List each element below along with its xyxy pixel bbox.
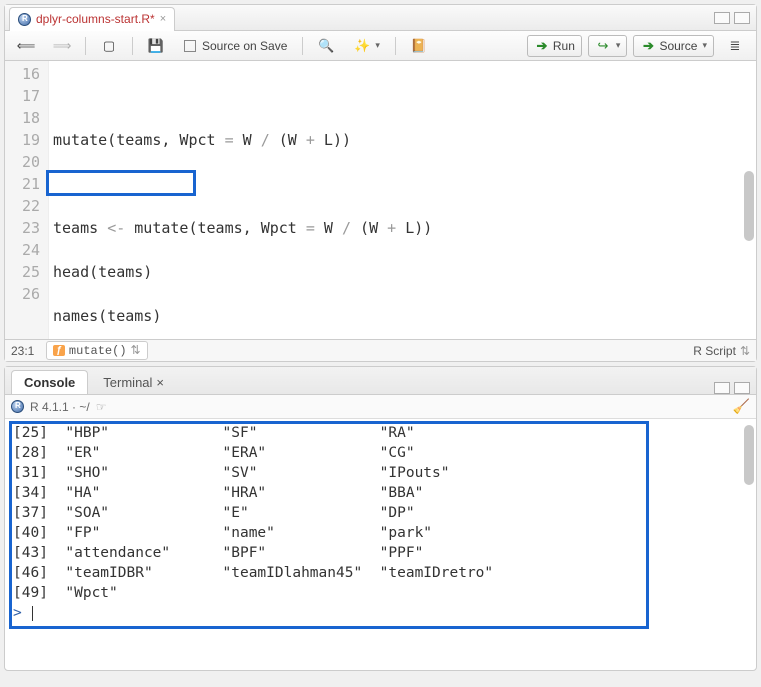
code-line: head(teams) (53, 261, 752, 283)
line-number: 21 (9, 173, 40, 195)
line-number: 17 (9, 85, 40, 107)
line-number: 25 (9, 261, 40, 283)
line-number: 26 (9, 283, 40, 305)
console-row: [49] "Wpct" (13, 583, 748, 603)
maximize-pane-icon[interactable] (734, 382, 750, 394)
tab-terminal[interactable]: Terminal × (90, 370, 177, 394)
console-row: [43] "attendance" "BPF" "PPF" (13, 543, 748, 563)
console-tabstrip: Console Terminal × (5, 367, 756, 395)
code-editor[interactable]: 16 17 18 19 20 21 22 23 24 25 26 mutate(… (5, 61, 756, 339)
checkbox-icon (184, 40, 196, 52)
code-line (53, 85, 752, 107)
code-line: names(teams) (53, 305, 752, 327)
find-button[interactable]: 🔍 (311, 35, 341, 57)
forward-button[interactable]: ⟹ (47, 35, 77, 57)
separator (85, 37, 86, 55)
tab-terminal-label: Terminal (103, 375, 152, 390)
function-navigator[interactable]: ƒ mutate() ⇅ (46, 341, 147, 360)
console-output[interactable]: [25] "HBP" "SF" "RA"[28] "ER" "ERA" "CG"… (5, 419, 756, 670)
cursor-position: 23:1 (11, 344, 34, 358)
source-on-save-label: Source on Save (202, 39, 287, 53)
prompt-symbol: > (13, 605, 22, 621)
run-button[interactable]: ➔ Run (527, 35, 582, 57)
r-file-icon (18, 13, 31, 26)
maximize-pane-icon[interactable] (734, 12, 750, 24)
code-line (53, 173, 752, 195)
line-number: 22 (9, 195, 40, 217)
source-toolbar: ⟸ ⟹ ▢ 💾 Source on Save 🔍 ✨▾ 📔 ➔ Run ↪▾ ➔… (5, 31, 756, 61)
source-file-tab[interactable]: dplyr-columns-start.R* × (9, 7, 175, 31)
code-tools-button[interactable]: ✨▾ (347, 35, 387, 57)
scrollbar-thumb[interactable] (744, 425, 754, 485)
tab-console-label: Console (24, 375, 75, 390)
run-label: Run (553, 39, 575, 53)
back-button[interactable]: ⟸ (11, 35, 41, 57)
source-tabstrip: dplyr-columns-start.R* × (5, 5, 756, 31)
console-row: [37] "SOA" "E" "DP" (13, 503, 748, 523)
separator (302, 37, 303, 55)
minimize-pane-icon[interactable] (714, 382, 730, 394)
source-on-save-toggle[interactable]: Source on Save (177, 36, 294, 56)
code-area[interactable]: mutate(teams, Wpct = W / (W + L)) teams … (49, 61, 756, 339)
separator (132, 37, 133, 55)
console-subbar: R 4.1.1 · ~/ ☞ 🧹 (5, 395, 756, 419)
r-logo-icon (11, 400, 24, 413)
function-badge-icon: ƒ (53, 345, 65, 356)
save-button[interactable]: 💾 (141, 35, 171, 57)
separator (395, 37, 396, 55)
rerun-button[interactable]: ↪▾ (588, 35, 628, 57)
pane-window-controls (714, 12, 756, 24)
line-number: 24 (9, 239, 40, 261)
language-mode[interactable]: R Script (693, 344, 736, 358)
line-gutter: 16 17 18 19 20 21 22 23 24 25 26 (5, 61, 49, 339)
source-statusbar: 23:1 ƒ mutate() ⇅ R Script ⇅ (5, 339, 756, 361)
pane-window-controls (714, 382, 756, 394)
code-line: mutate(teams, Wpct = W / (W + L)) (53, 129, 752, 151)
console-prompt-line[interactable]: > (13, 603, 748, 623)
compile-report-button[interactable]: 📔 (404, 35, 434, 57)
scrollbar-thumb[interactable] (744, 171, 754, 241)
console-row: [40] "FP" "name" "park" (13, 523, 748, 543)
current-function: mutate() (69, 344, 127, 358)
console-row: [28] "ER" "ERA" "CG" (13, 443, 748, 463)
console-row: [46] "teamIDBR" "teamIDlahman45" "teamID… (13, 563, 748, 583)
outline-button[interactable]: ≣ (720, 35, 750, 57)
close-icon[interactable]: × (160, 13, 166, 25)
minimize-pane-icon[interactable] (714, 12, 730, 24)
clear-console-icon[interactable]: 🧹 (733, 398, 750, 415)
tab-console[interactable]: Console (11, 370, 88, 394)
line-number: 20 (9, 151, 40, 173)
tab-filename: dplyr-columns-start.R* (36, 12, 155, 26)
console-row: [25] "HBP" "SF" "RA" (13, 423, 748, 443)
line-number: 18 (9, 107, 40, 129)
code-line: teams <- mutate(teams, Wpct = W / (W + L… (53, 217, 752, 239)
r-session-label: R 4.1.1 · ~/ (30, 400, 90, 414)
console-pane: Console Terminal × R 4.1.1 · ~/ ☞ 🧹 [25]… (4, 366, 757, 671)
source-pane: dplyr-columns-start.R* × ⟸ ⟹ ▢ 💾 Source … (4, 4, 757, 362)
source-btn-label: Source (659, 39, 697, 53)
console-row: [31] "SHO" "SV" "IPouts" (13, 463, 748, 483)
line-number: 16 (9, 63, 40, 85)
show-in-new-window-button[interactable]: ▢ (94, 35, 124, 57)
line-number: 23 (9, 217, 40, 239)
line-number: 19 (9, 129, 40, 151)
close-icon[interactable]: × (156, 375, 164, 390)
text-cursor (32, 606, 33, 621)
source-button[interactable]: ➔ Source ▾ (633, 35, 714, 57)
console-row: [34] "HA" "HRA" "BBA" (13, 483, 748, 503)
